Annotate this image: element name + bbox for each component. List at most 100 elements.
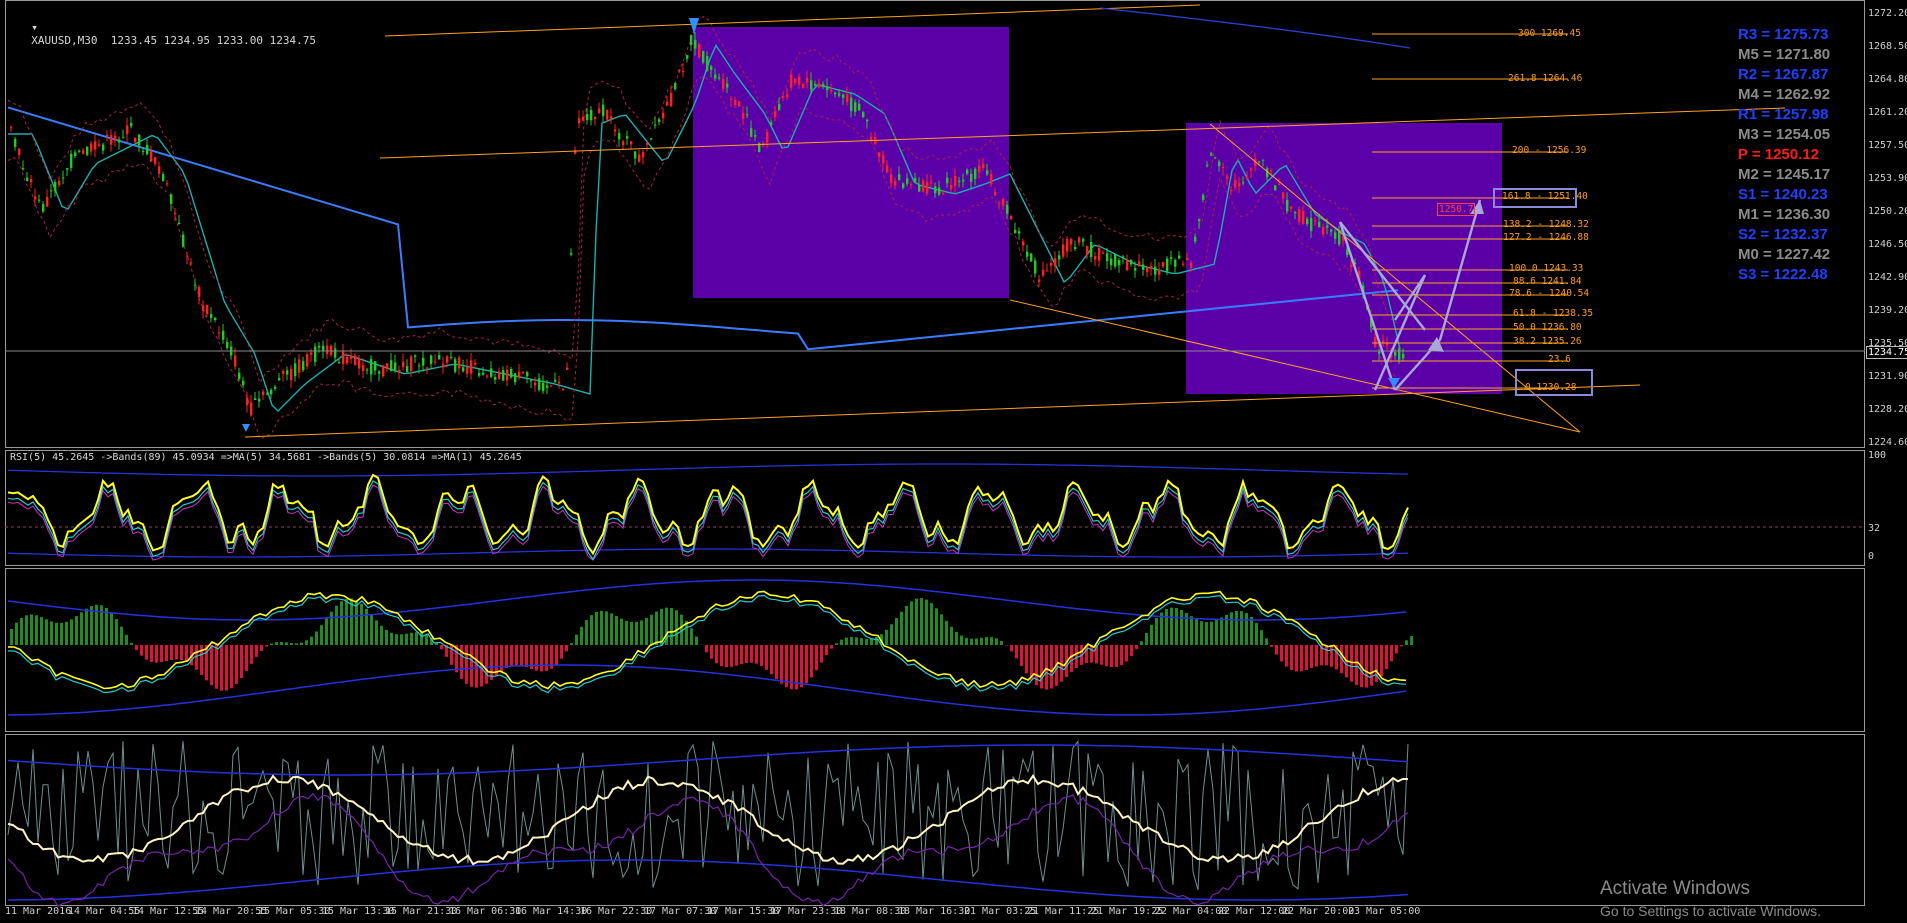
time-label: 16 Mar 22:30 [580,906,653,917]
histogram-bar [485,645,488,684]
price-tick: 1228.20 [1868,404,1907,415]
triangle-down-icon[interactable]: ▾ [31,21,38,34]
fib-label: 88.6 1241.84 [1513,276,1582,287]
candle-body [1102,252,1105,254]
candle-body [670,92,673,107]
candle-body [1146,267,1149,272]
candle-body [1066,239,1069,252]
candle-body [1350,264,1353,267]
candle-body [346,356,349,364]
candle-body [862,112,865,117]
candle-body [634,151,637,159]
candle-body [1330,229,1333,232]
price-tick: 1261.20 [1868,107,1907,118]
candle-body [598,108,601,113]
candle-body [662,112,665,119]
fib-label: 138.2 - 1248.32 [1503,219,1589,230]
candle-body [1154,266,1157,275]
histogram-bar [1250,616,1253,645]
time-label: 15 Mar 05:30 [258,906,331,917]
candle-body [70,153,73,168]
candle-body [250,402,253,416]
candle-body [470,360,473,374]
candle-body [706,56,709,71]
candle-body [454,359,457,372]
histogram-bar [470,645,473,687]
candle-body [1218,161,1221,166]
candle-body [1086,246,1089,255]
candle-body [1378,351,1381,354]
candle-body [502,370,505,381]
histogram-bar [15,622,18,645]
fib-label: 50.0 1236.80 [1513,322,1582,333]
candle-body [898,174,901,181]
candle-body [474,363,477,365]
candle-body [658,119,661,122]
histogram-bar [1365,645,1368,688]
candle-body [422,357,425,366]
candle-body [714,74,717,79]
candle-body [754,134,757,137]
candle-body [954,175,957,186]
candle-body [1158,269,1161,275]
histogram-bar [545,645,548,671]
candle-body [1338,231,1341,245]
candle-body [1142,264,1145,270]
histogram-bar [30,614,33,645]
histogram-bar [1195,619,1198,645]
candle-body [370,358,373,375]
candle-body [190,262,193,264]
candle-body [414,355,417,357]
candle-body [934,186,937,194]
candle-body [558,381,561,384]
histogram-bar [225,645,228,691]
histogram-bar [60,622,63,645]
histogram-bar [540,645,543,672]
fib-highlight-box-0[interactable] [1515,369,1593,396]
candle-body [338,362,341,364]
histogram-bar [160,645,163,663]
candle-body [94,141,97,150]
pivot-m3: M3 = 1254.05 [1738,126,1831,143]
histogram-bar [1305,645,1308,670]
rsi-band-upper [7,463,1409,477]
histogram-bar [320,625,323,645]
histogram-bar [635,621,638,645]
candle-body [1294,212,1297,214]
histogram-bar [930,603,933,645]
histogram-bar [150,645,153,662]
candle-body [646,143,649,145]
histogram-bar [285,642,288,645]
candle-body [1238,183,1241,187]
histogram-bar [295,643,298,645]
candle-body [1346,249,1349,256]
histogram-bar [325,618,328,645]
candle-body [42,204,45,212]
candle-body [442,363,445,368]
histogram-bar [875,637,878,645]
candle-body [1098,248,1101,261]
histogram-bar [725,645,728,668]
histogram-bar [1170,607,1173,645]
stoch-band-lower [8,859,1409,901]
time-label: 23 Mar 05:00 [1348,906,1421,917]
price-tick: 1253.90 [1868,173,1907,184]
candle-body [602,104,605,116]
candle-body [358,358,361,369]
candle-body [326,345,329,355]
candle-body [890,174,893,184]
candle-body [722,79,725,89]
candle-body [746,114,749,116]
candle-body [578,118,581,124]
histogram-bar [1150,624,1153,645]
histogram-bar [220,645,223,691]
histogram-bar [185,645,188,662]
fib-label: 61.8 - 1238.35 [1513,308,1594,319]
histogram-bar [565,645,568,652]
fib-highlight-box-161[interactable] [1493,188,1577,208]
candle-body [1074,246,1077,250]
histogram-bar [110,612,113,645]
price-scale[interactable]: 1272.20 1268.50 1264.80 1261.20 1257.50 … [1866,0,1907,448]
histogram-bar [645,617,648,645]
histogram-bar [1020,645,1023,666]
